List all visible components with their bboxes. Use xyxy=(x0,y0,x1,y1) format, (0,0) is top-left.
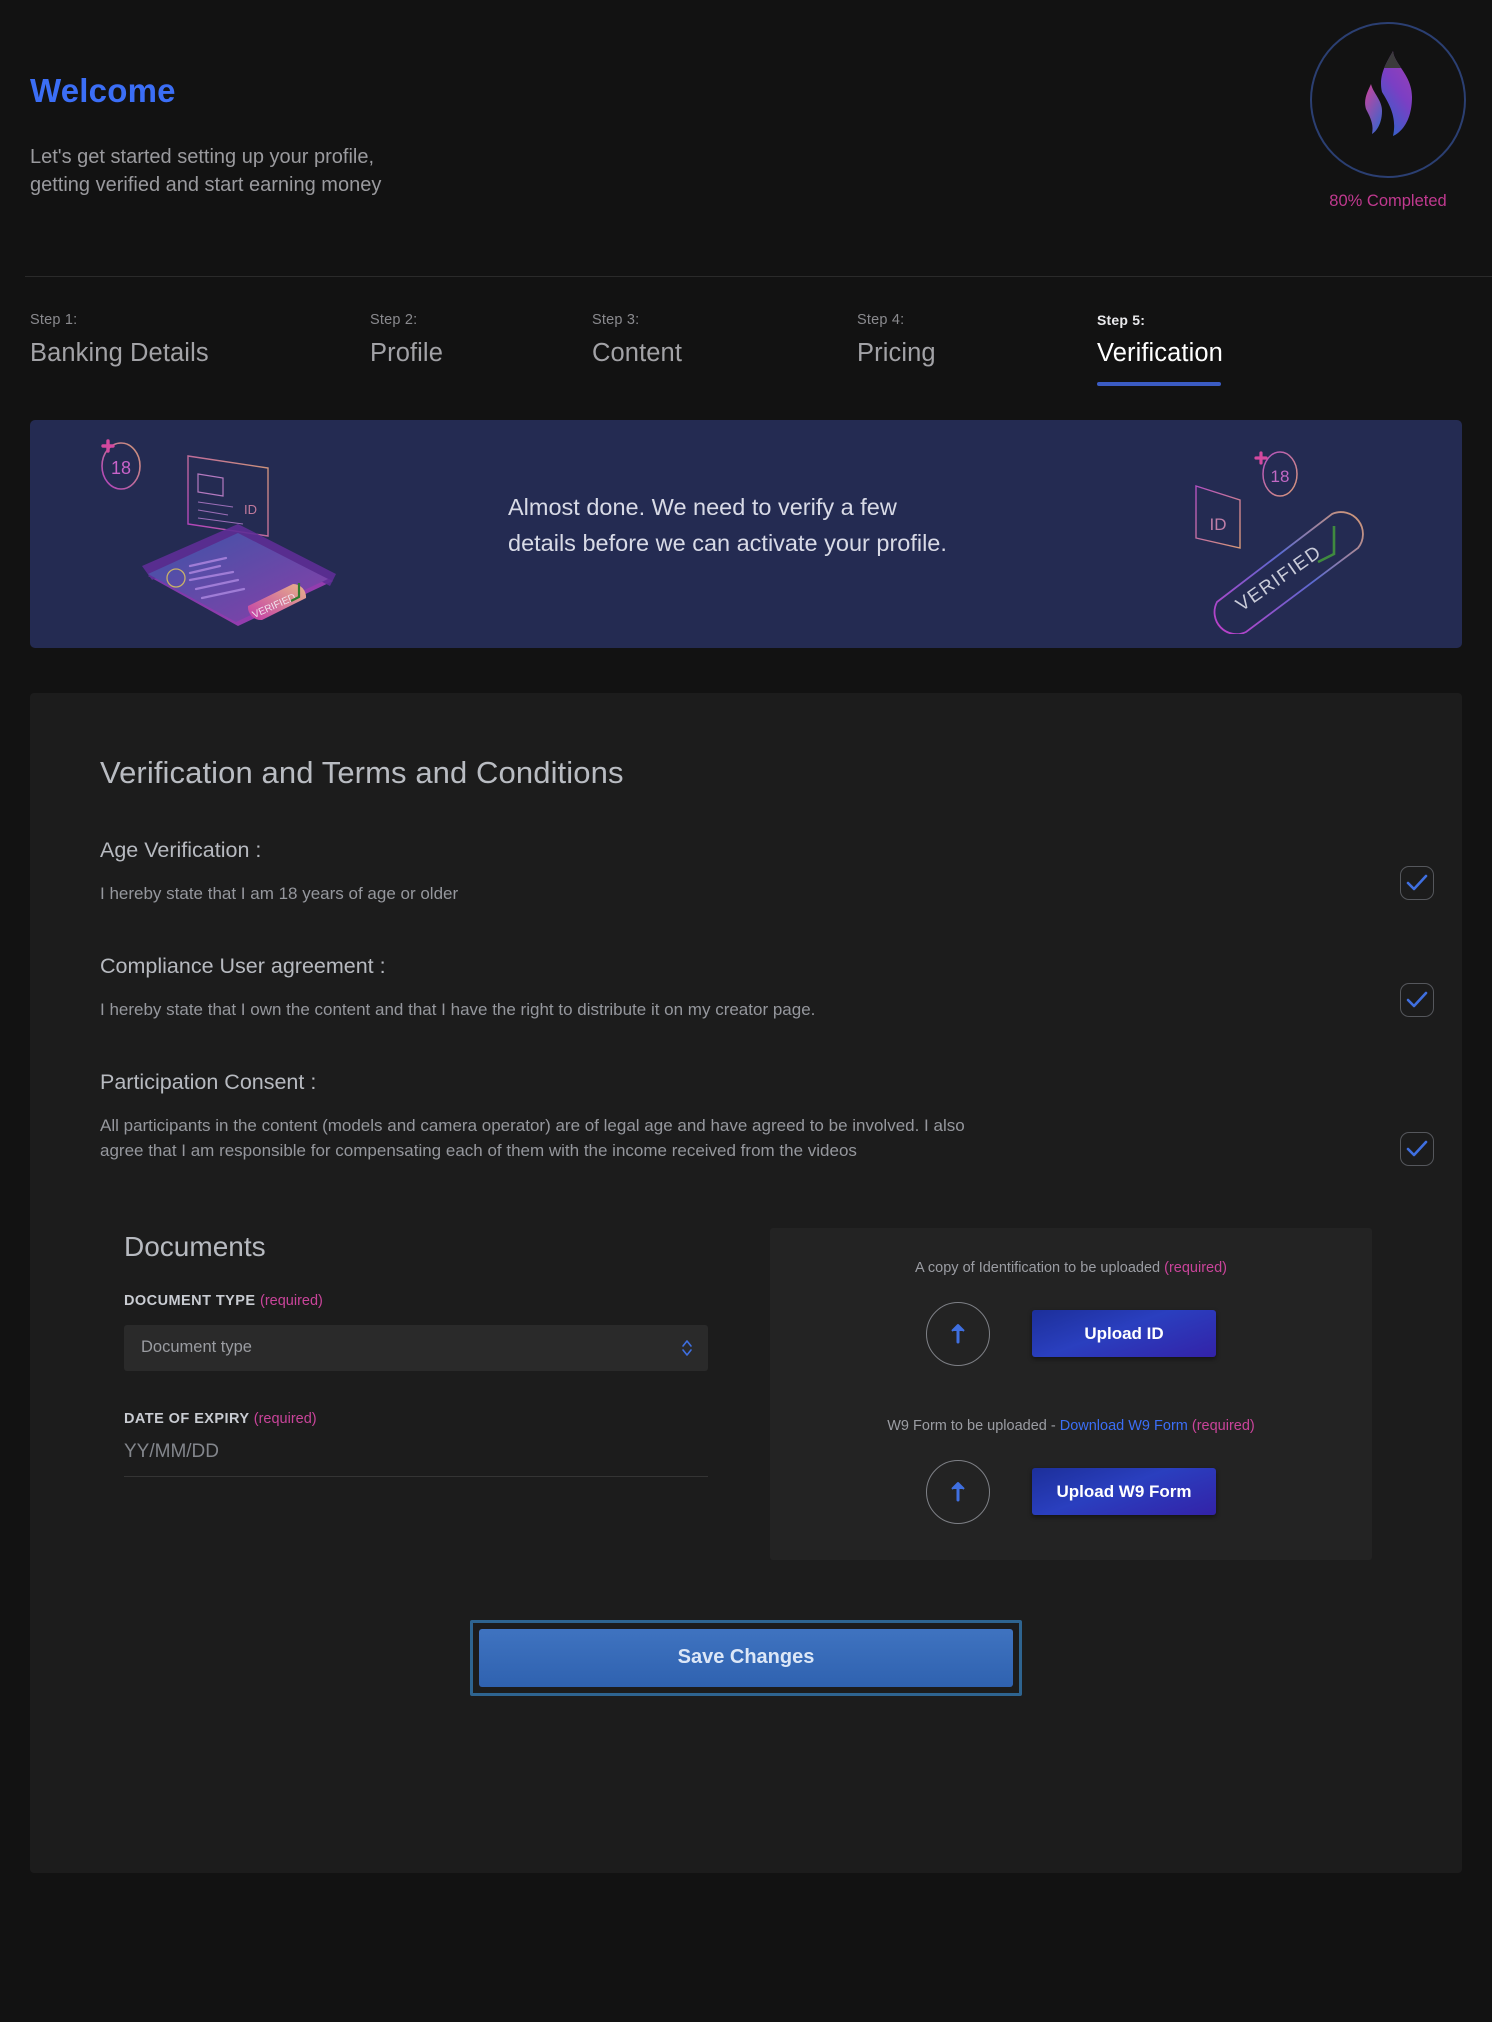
document-type-label-text: DOCUMENT TYPE xyxy=(124,1292,256,1309)
term-check-wrap xyxy=(1378,838,1434,900)
term-body: All participants in the content (models … xyxy=(100,1115,965,1160)
phone-id-verification-illustration: 18 ID VERIFIED xyxy=(101,439,336,626)
upload-arrow-icon xyxy=(951,1323,965,1344)
date-of-expiry-label: DATE OF EXPIRY (required) xyxy=(124,1411,708,1427)
documents-section: Documents DOCUMENT TYPE (required) Docum… xyxy=(30,1227,1462,1560)
banner-text-line1: Almost done. We need to verify a few xyxy=(508,494,897,520)
step-label: Verification xyxy=(1097,339,1223,367)
save-focus-ring: Save Changes xyxy=(470,1619,1022,1696)
term-heading: Compliance User agreement : xyxy=(100,953,386,978)
upload-w9-controls: Upload W9 Form xyxy=(770,1459,1372,1524)
term-heading: Participation Consent : xyxy=(100,1069,317,1094)
date-of-expiry-placeholder: YY/MM/DD xyxy=(124,1440,219,1462)
page-header: Welcome Let's get started setting up you… xyxy=(0,0,1492,278)
term-check-wrap xyxy=(1378,954,1434,1017)
progress-ring xyxy=(1310,22,1466,178)
page-subtitle: Let's get started setting up your profil… xyxy=(30,143,1462,200)
upload-id-caption-text: A copy of Identification to be uploaded xyxy=(915,1259,1161,1276)
upload-id-controls: Upload ID xyxy=(770,1301,1372,1366)
step-label: Banking Details xyxy=(30,339,209,367)
documents-form: Documents DOCUMENT TYPE (required) Docum… xyxy=(100,1228,708,1560)
step-index: Step 5: xyxy=(1097,312,1146,328)
checkbox-participation-consent[interactable] xyxy=(1400,1131,1434,1166)
check-icon xyxy=(1406,991,1428,1008)
brand-progress-block: 80% Completed xyxy=(1308,22,1468,211)
upload-w9-button[interactable]: Upload W9 Form xyxy=(1032,1468,1216,1516)
check-icon xyxy=(1406,874,1428,891)
term-row-age-verification: Age Verification : I hereby state that I… xyxy=(100,838,1434,907)
term-check-wrap xyxy=(1378,1070,1434,1166)
chevron-updown-icon xyxy=(682,1340,692,1356)
term-row-participation-consent: Participation Consent : All participants… xyxy=(100,1070,1434,1166)
upload-w9-caption: W9 Form to be uploaded - Download W9 For… xyxy=(770,1418,1372,1434)
date-of-expiry-input[interactable]: YY/MM/DD xyxy=(124,1441,708,1477)
upload-id-button[interactable]: Upload ID xyxy=(1032,1310,1216,1358)
step-banking-details[interactable]: Step 1: Banking Details xyxy=(30,312,370,408)
active-step-underline xyxy=(1097,382,1221,386)
step-label: Profile xyxy=(370,339,443,367)
upload-w9-dropzone[interactable] xyxy=(926,1459,990,1524)
card-title: Verification and Terms and Conditions xyxy=(100,755,624,790)
banner-text: Almost done. We need to verify a few det… xyxy=(508,490,947,561)
document-type-select[interactable]: Document type xyxy=(124,1324,708,1371)
document-type-required: (required) xyxy=(260,1292,323,1309)
upload-block-id: A copy of Identification to be uploaded … xyxy=(770,1260,1372,1366)
step-profile[interactable]: Step 2: Profile xyxy=(370,312,592,408)
download-w9-link[interactable]: Download W9 Form xyxy=(1060,1418,1188,1434)
checkbox-compliance-agreement[interactable] xyxy=(1400,982,1434,1017)
svg-text:ID: ID xyxy=(244,502,257,517)
upload-w9-required: (required) xyxy=(1191,1417,1255,1434)
uploads-panel: A copy of Identification to be uploaded … xyxy=(770,1227,1372,1560)
svg-text:18: 18 xyxy=(1271,467,1290,486)
step-pricing[interactable]: Step 4: Pricing xyxy=(857,312,1097,408)
date-of-expiry-label-text: DATE OF EXPIRY xyxy=(124,1410,250,1427)
term-copy: Compliance User agreement : I hereby sta… xyxy=(100,954,1378,1023)
terms-list: Age Verification : I hereby state that I… xyxy=(30,838,1462,1166)
upload-block-w9: W9 Form to be uploaded - Download W9 For… xyxy=(770,1418,1372,1524)
term-copy: Age Verification : I hereby state that I… xyxy=(100,838,1378,907)
verified-badge-illustration: 18 ID VERIFIED xyxy=(1195,451,1364,634)
upload-id-required: (required) xyxy=(1164,1259,1227,1276)
term-body: I hereby state that I am 18 years of age… xyxy=(100,884,459,903)
term-heading: Age Verification : xyxy=(100,838,262,862)
upload-id-dropzone[interactable] xyxy=(926,1301,990,1366)
upload-arrow-icon xyxy=(951,1481,965,1502)
step-content[interactable]: Step 3: Content xyxy=(592,312,857,408)
checkbox-age-verification[interactable] xyxy=(1400,866,1434,900)
step-label: Content xyxy=(592,339,683,367)
step-index: Step 2: xyxy=(370,312,418,328)
upload-w9-caption-text: W9 Form to be uploaded - xyxy=(887,1417,1060,1434)
onboarding-verification-page: Welcome Let's get started setting up you… xyxy=(0,0,1492,2022)
document-type-label: DOCUMENT TYPE (required) xyxy=(124,1293,708,1309)
document-type-value: Document type xyxy=(141,1338,252,1357)
save-row: Save Changes xyxy=(30,1619,1462,1696)
banner-text-line2: details before we can activate your prof… xyxy=(508,529,947,556)
upload-id-caption: A copy of Identification to be uploaded … xyxy=(770,1260,1372,1276)
page-title: Welcome xyxy=(30,72,176,109)
step-index: Step 4: xyxy=(857,312,905,328)
term-copy: Participation Consent : All participants… xyxy=(100,1070,1378,1164)
step-label: Pricing xyxy=(857,339,936,367)
svg-text:18: 18 xyxy=(111,458,131,478)
save-changes-button[interactable]: Save Changes xyxy=(479,1628,1013,1687)
step-index: Step 3: xyxy=(592,312,640,328)
check-icon xyxy=(1406,1140,1428,1157)
svg-text:ID: ID xyxy=(1210,515,1227,534)
verification-card: Verification and Terms and Conditions Ag… xyxy=(30,693,1462,1873)
term-body: I hereby state that I own the content an… xyxy=(100,999,816,1019)
verification-banner: 18 ID VERIFIED Almost done. We need to v… xyxy=(30,420,1462,648)
step-verification[interactable]: Step 5: Verification xyxy=(1097,312,1357,408)
step-index: Step 1: xyxy=(30,312,78,328)
progress-label: 80% Completed xyxy=(1329,192,1447,210)
onboarding-stepper: Step 1: Banking Details Step 2: Profile … xyxy=(0,312,1492,408)
date-of-expiry-required: (required) xyxy=(253,1410,317,1427)
page-subtitle-line2: getting verified and start earning money xyxy=(30,174,382,197)
documents-title: Documents xyxy=(124,1230,266,1262)
flame-logo-icon xyxy=(1365,51,1412,136)
header-divider xyxy=(25,276,1492,277)
term-row-compliance-agreement: Compliance User agreement : I hereby sta… xyxy=(100,954,1434,1023)
page-subtitle-line1: Let's get started setting up your profil… xyxy=(30,146,375,168)
